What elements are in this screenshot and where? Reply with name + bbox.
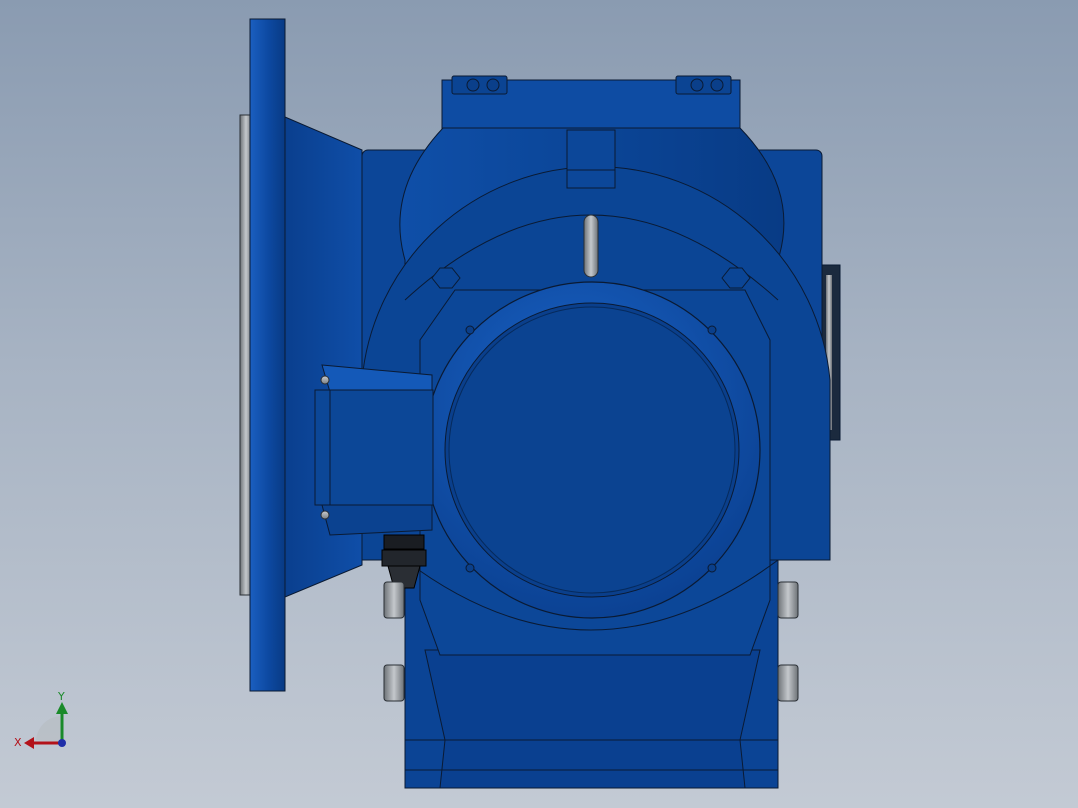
- cover-bolt-icon: [466, 78, 480, 92]
- terminal-box[interactable]: [314, 364, 434, 536]
- motor-end-cap[interactable]: [423, 281, 761, 619]
- top-cover[interactable]: [441, 75, 741, 131]
- cover-bolt-icon: [486, 78, 500, 92]
- cover-bolt-icon: [690, 78, 704, 92]
- breather-plug[interactable]: [583, 214, 599, 278]
- model-canvas: Y X: [14, 18, 841, 789]
- terminal-screw-icon: [320, 375, 330, 385]
- triad-x-label: X: [14, 736, 22, 749]
- terminal-screw-icon: [320, 510, 330, 520]
- cad-viewport[interactable]: Y X: [0, 0, 1078, 808]
- triad-y-label: Y: [57, 690, 65, 703]
- cover-bolt-icon: [710, 78, 724, 92]
- z-axis-dot-icon: [58, 739, 66, 747]
- coordinate-triad: Y X: [14, 690, 68, 749]
- output-flange[interactable]: [239, 18, 363, 692]
